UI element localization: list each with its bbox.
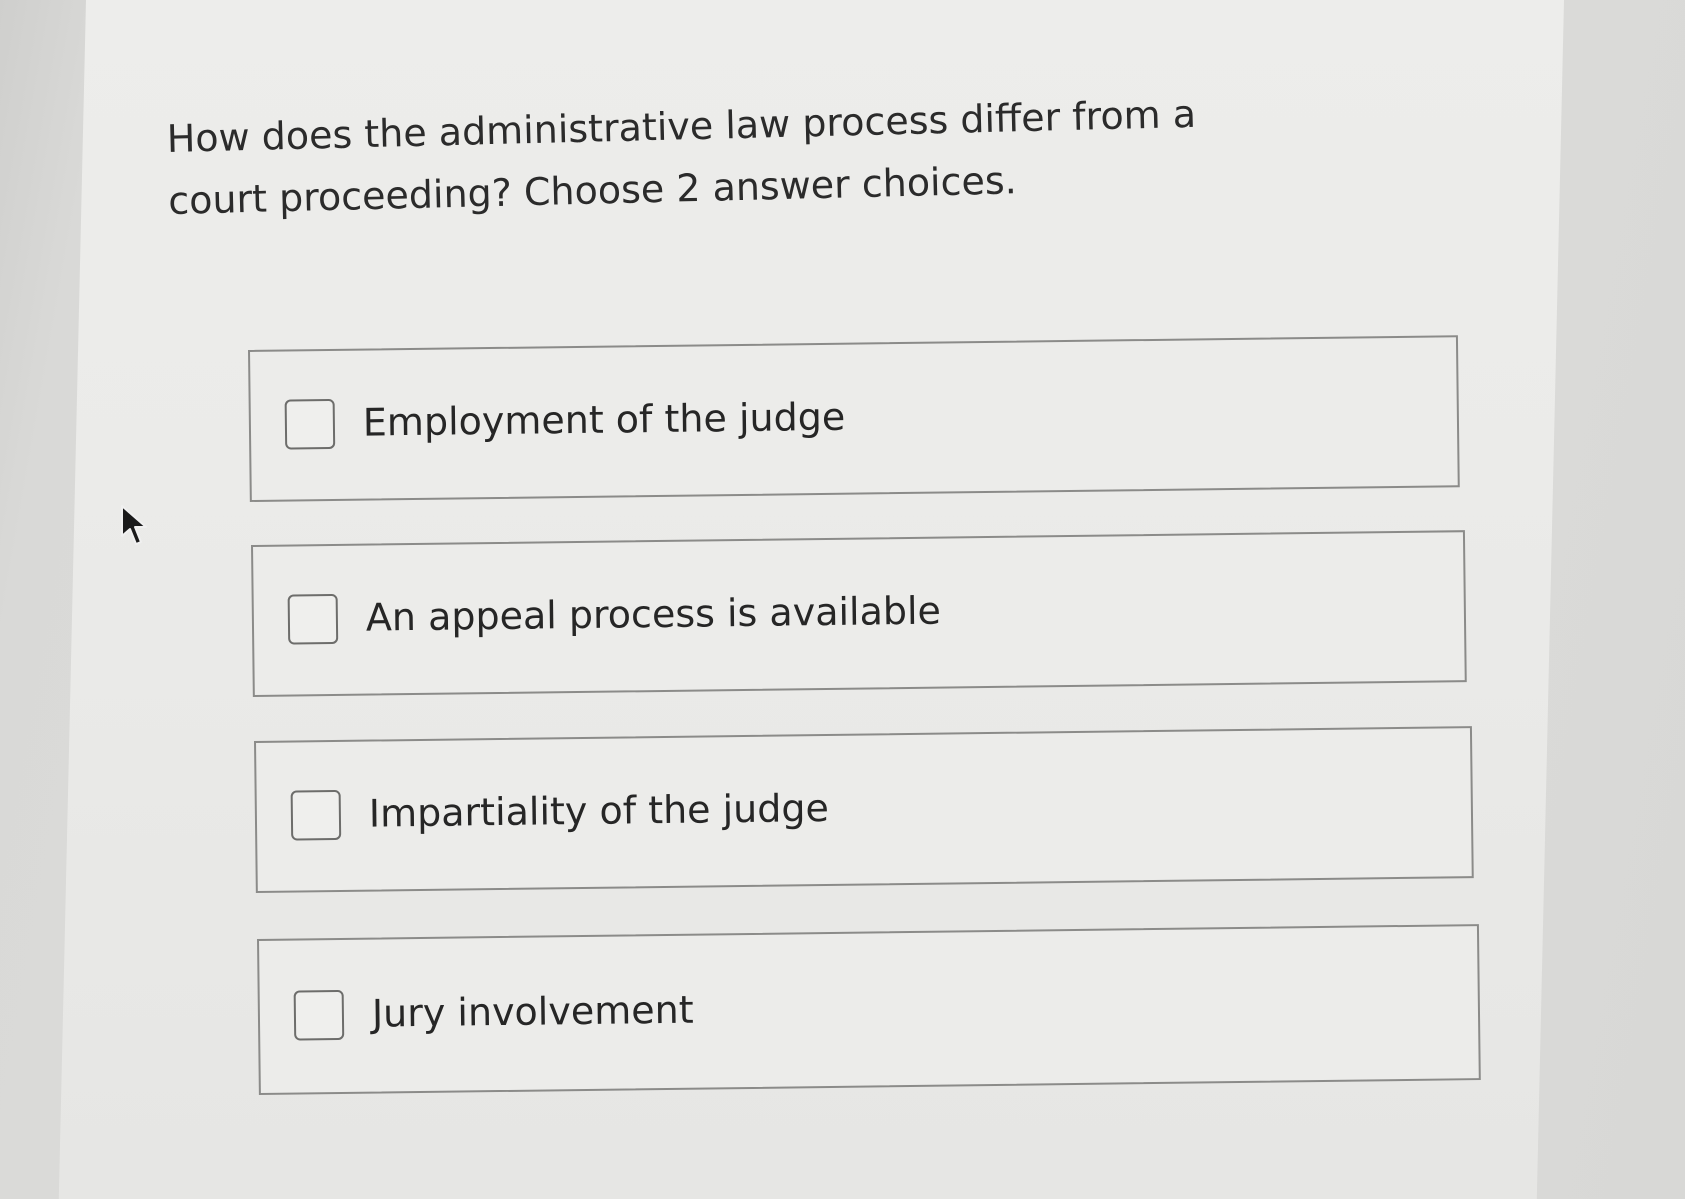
checkbox[interactable] [290,789,342,841]
choice-label: Impartiality of the judge [368,785,830,836]
answer-choice-appeal[interactable]: An appeal process is available [251,530,1467,697]
answer-choice-impartiality[interactable]: Impartiality of the judge [254,726,1474,893]
choice-label: An appeal process is available [365,588,942,640]
checkbox[interactable] [284,398,336,450]
answer-choice-jury[interactable]: Jury involvement [257,924,1481,1095]
checkbox[interactable] [293,989,345,1041]
checkbox[interactable] [287,593,339,645]
answer-choice-employment[interactable]: Employment of the judge [248,335,1460,502]
mouse-pointer-icon [121,505,147,545]
choice-label: Jury involvement [371,987,694,1036]
choice-label: Employment of the judge [362,394,846,445]
